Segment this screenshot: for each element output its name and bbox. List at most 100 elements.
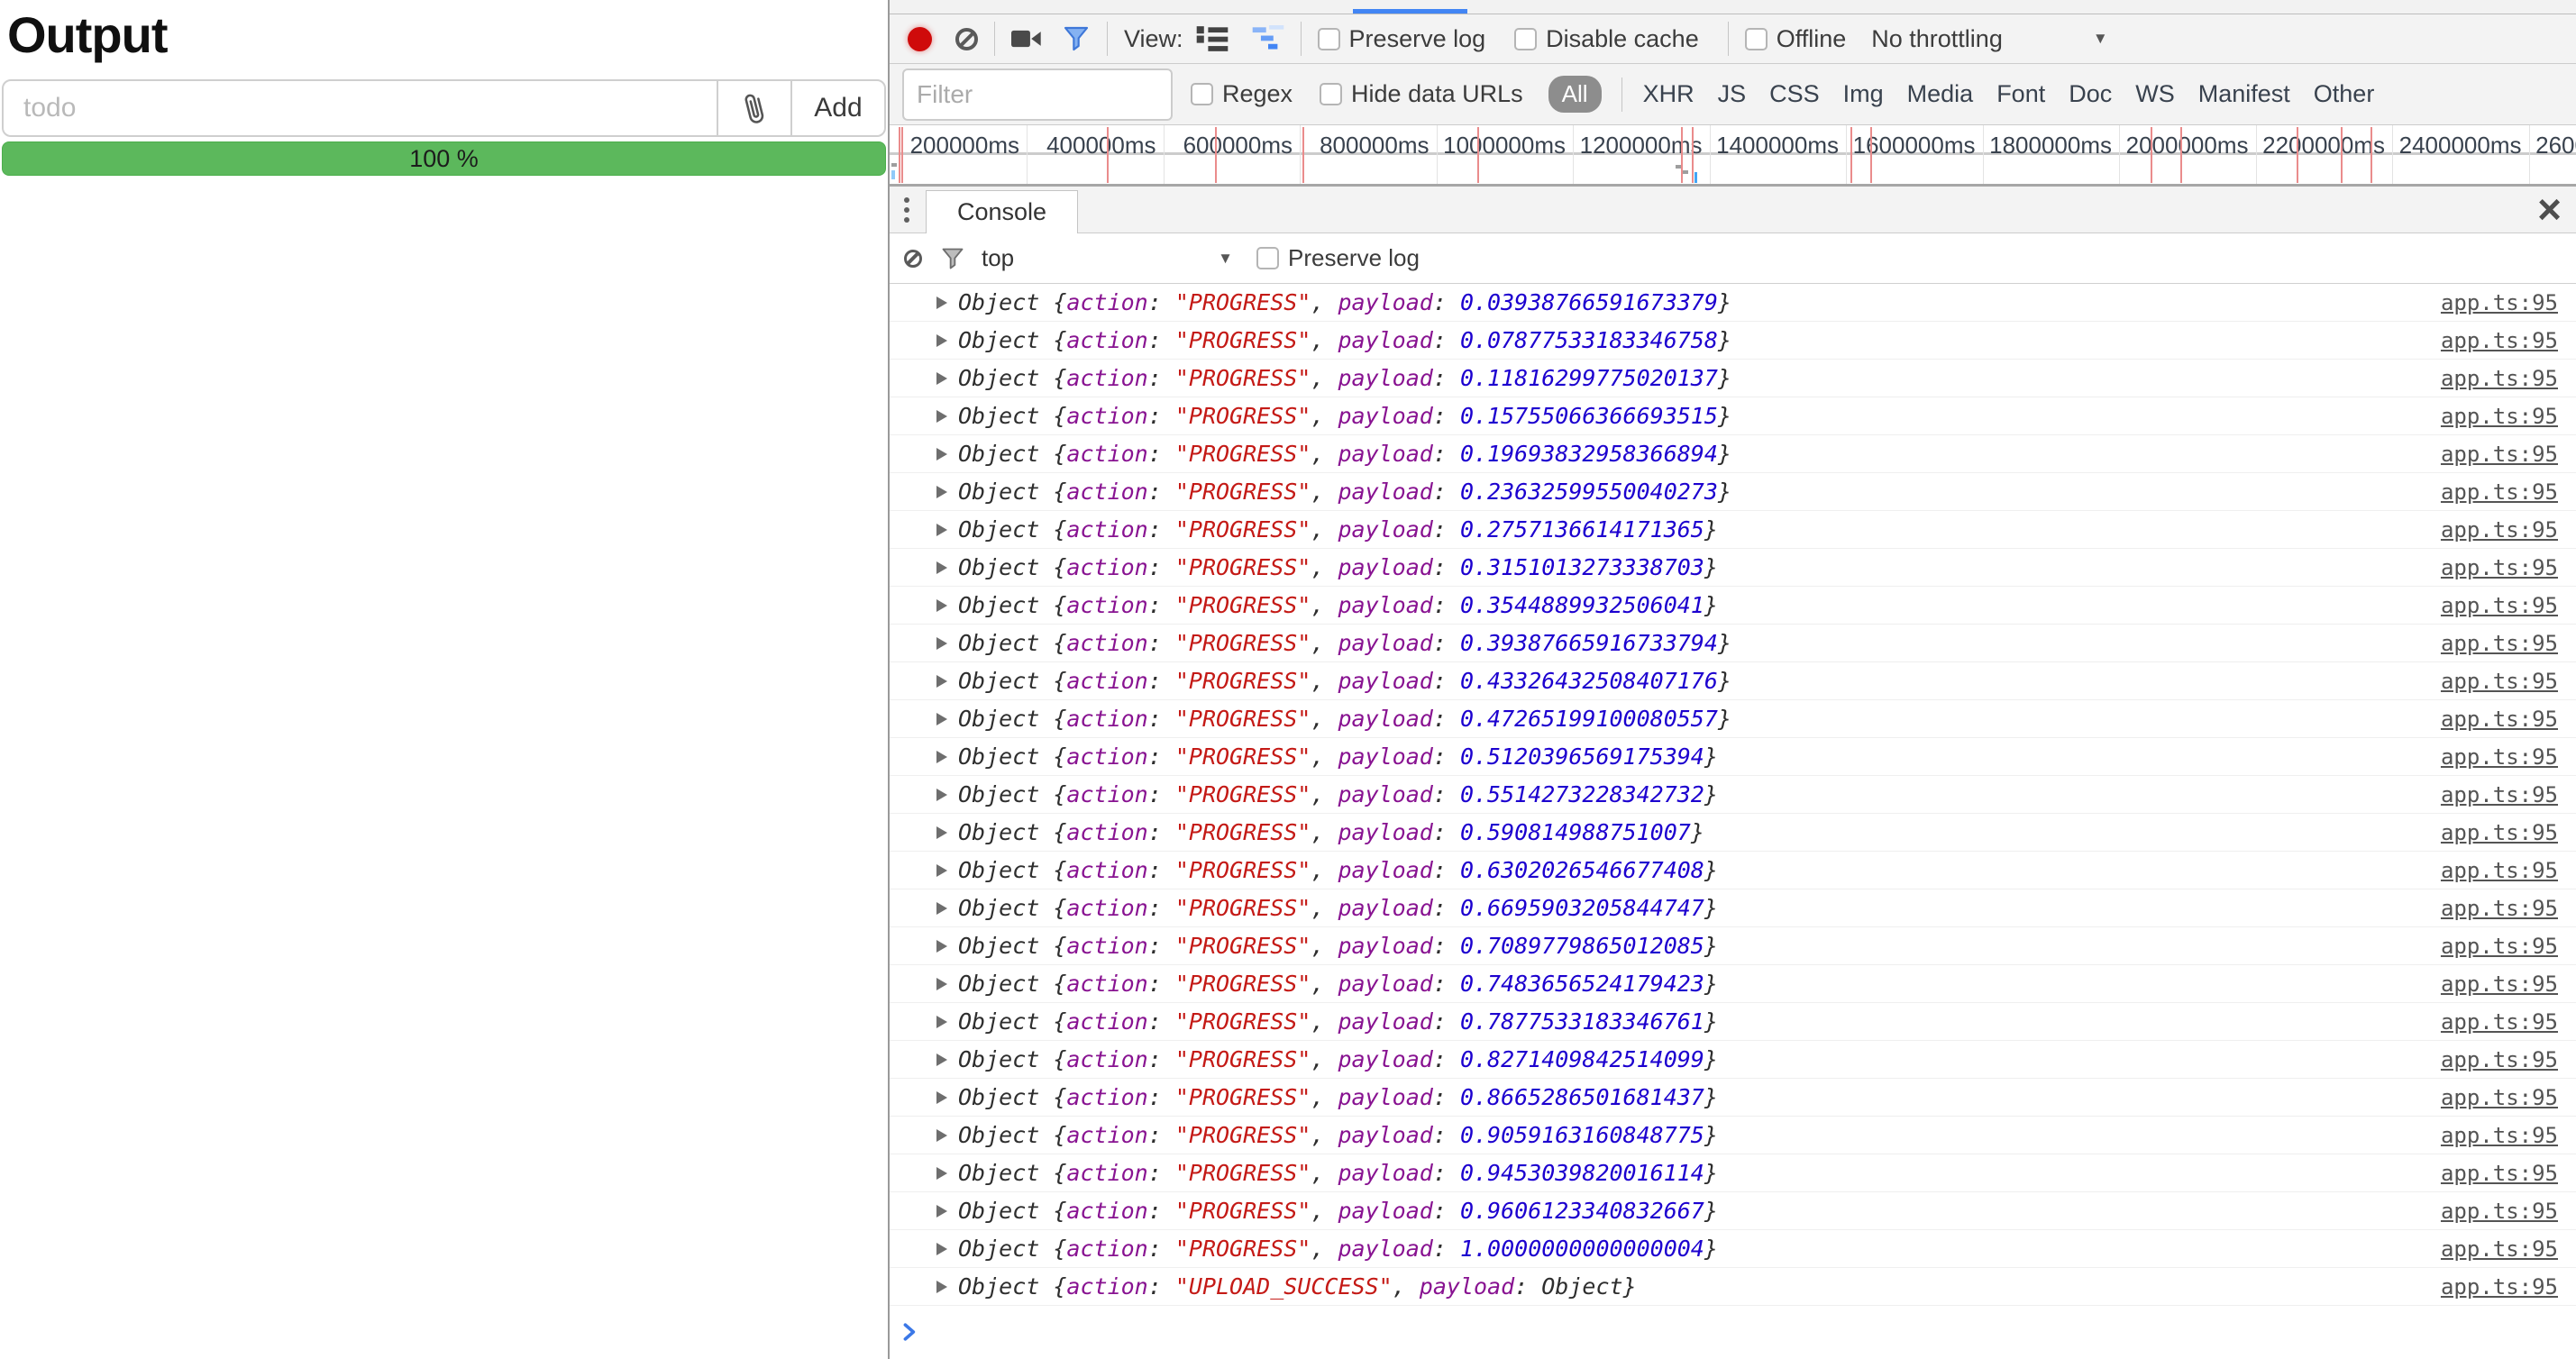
source-link[interactable]: app.ts:95 [2441,707,2558,732]
expand-triangle-icon[interactable] [936,826,947,839]
source-link[interactable]: app.ts:95 [2441,631,2558,656]
source-link[interactable]: app.ts:95 [2441,1161,2558,1186]
network-timeline[interactable]: 200000ms400000ms600000ms800000ms1000000m… [890,125,2576,187]
filter-type-ws[interactable]: WS [2135,80,2175,108]
console-preserve-log-checkbox[interactable] [1256,247,1279,269]
expand-triangle-icon[interactable] [936,1281,947,1293]
filter-funnel-icon[interactable] [1062,24,1091,53]
console-message[interactable]: Object {action: "PROGRESS", payload: 0.5… [958,781,2441,807]
source-link[interactable]: app.ts:95 [2441,555,2558,580]
filter-type-font[interactable]: Font [1996,80,2045,108]
console-message[interactable]: Object {action: "PROGRESS", payload: 0.9… [958,1160,2441,1186]
source-link[interactable]: app.ts:95 [2441,1123,2558,1148]
source-link[interactable]: app.ts:95 [2441,1199,2558,1224]
expand-triangle-icon[interactable] [936,940,947,953]
console-message[interactable]: Object {action: "PROGRESS", payload: 0.6… [958,857,2441,883]
console-message[interactable]: Object {action: "PROGRESS", payload: 0.0… [958,289,2441,315]
throttling-dropdown-arrow[interactable]: ▼ [2093,30,2108,48]
filter-type-media[interactable]: Media [1907,80,1974,108]
console-message[interactable]: Object {action: "PROGRESS", payload: 0.1… [958,365,2441,391]
source-link[interactable]: app.ts:95 [2441,1274,2558,1300]
console-message[interactable]: Object {action: "PROGRESS", payload: 0.7… [958,971,2441,997]
network-filter-input[interactable] [902,68,1173,121]
filter-type-doc[interactable]: Doc [2069,80,2112,108]
hide-data-urls-checkbox[interactable] [1320,83,1342,105]
source-link[interactable]: app.ts:95 [2441,669,2558,694]
console-message[interactable]: Object {action: "PROGRESS", payload: 0.2… [958,479,2441,505]
expand-triangle-icon[interactable] [936,978,947,990]
filter-type-img[interactable]: Img [1843,80,1884,108]
throttling-select[interactable]: No throttling [1871,25,2003,53]
close-icon[interactable]: × [2537,187,2562,233]
source-link[interactable]: app.ts:95 [2441,744,2558,770]
console-message[interactable]: Object {action: "PROGRESS", payload: 0.5… [958,743,2441,770]
disable-cache-checkbox[interactable] [1514,28,1537,50]
console-message[interactable]: Object {action: "PROGRESS", payload: 0.4… [958,668,2441,694]
source-link[interactable]: app.ts:95 [2441,1047,2558,1072]
console-message[interactable]: Object {action: "PROGRESS", payload: 0.2… [958,516,2441,543]
todo-input[interactable] [4,81,717,135]
context-dropdown-arrow[interactable]: ▼ [1218,250,1233,268]
kebab-menu-icon[interactable] [904,195,909,224]
screenshot-capture-icon[interactable] [1011,28,1042,50]
source-link[interactable]: app.ts:95 [2441,593,2558,618]
clear-console-icon[interactable] [904,250,922,268]
filter-type-manifest[interactable]: Manifest [2198,80,2290,108]
expand-triangle-icon[interactable] [936,751,947,763]
console-message[interactable]: Object {action: "PROGRESS", payload: 0.9… [958,1122,2441,1148]
expand-triangle-icon[interactable] [936,561,947,574]
source-link[interactable]: app.ts:95 [2441,1009,2558,1035]
expand-triangle-icon[interactable] [936,864,947,877]
source-link[interactable]: app.ts:95 [2441,971,2558,997]
expand-triangle-icon[interactable] [936,789,947,801]
expand-triangle-icon[interactable] [936,675,947,688]
expand-triangle-icon[interactable] [936,410,947,423]
regex-checkbox[interactable] [1191,83,1213,105]
source-link[interactable]: app.ts:95 [2441,1236,2558,1262]
expand-triangle-icon[interactable] [936,713,947,725]
source-link[interactable]: app.ts:95 [2441,517,2558,543]
filter-type-all[interactable]: All [1548,76,1602,113]
source-link[interactable]: app.ts:95 [2441,820,2558,845]
console-message[interactable]: Object {action: "PROGRESS", payload: 0.6… [958,895,2441,921]
filter-type-css[interactable]: CSS [1769,80,1820,108]
console-message[interactable]: Object {action: "PROGRESS", payload: 0.3… [958,630,2441,656]
console-filter-funnel-icon[interactable] [940,246,965,271]
console-message[interactable]: Object {action: "UPLOAD_SUCCESS", payloa… [958,1273,2441,1300]
expand-triangle-icon[interactable] [936,524,947,536]
list-view-icon[interactable] [1196,25,1229,52]
console-message[interactable]: Object {action: "PROGRESS", payload: 0.7… [958,933,2441,959]
console-message[interactable]: Object {action: "PROGRESS", payload: 0.0… [958,327,2441,353]
console-message[interactable]: Object {action: "PROGRESS", payload: 0.5… [958,819,2441,845]
expand-triangle-icon[interactable] [936,1205,947,1218]
filter-type-xhr[interactable]: XHR [1643,80,1694,108]
source-link[interactable]: app.ts:95 [2441,934,2558,959]
console-message[interactable]: Object {action: "PROGRESS", payload: 0.1… [958,403,2441,429]
source-link[interactable]: app.ts:95 [2441,858,2558,883]
console-message[interactable]: Object {action: "PROGRESS", payload: 0.1… [958,441,2441,467]
expand-triangle-icon[interactable] [936,448,947,461]
add-button[interactable]: Add [790,81,884,135]
expand-triangle-icon[interactable] [936,1243,947,1255]
expand-triangle-icon[interactable] [936,902,947,915]
tab-console[interactable]: Console [926,190,1078,233]
source-link[interactable]: app.ts:95 [2441,290,2558,315]
expand-triangle-icon[interactable] [936,1053,947,1066]
expand-triangle-icon[interactable] [936,486,947,498]
filter-type-js[interactable]: JS [1718,80,1747,108]
console-message[interactable]: Object {action: "PROGRESS", payload: 1.0… [958,1236,2441,1262]
console-message[interactable]: Object {action: "PROGRESS", payload: 0.7… [958,1008,2441,1035]
clear-icon[interactable] [955,28,978,50]
expand-triangle-icon[interactable] [936,296,947,309]
console-message[interactable]: Object {action: "PROGRESS", payload: 0.3… [958,554,2441,580]
source-link[interactable]: app.ts:95 [2441,1085,2558,1110]
expand-triangle-icon[interactable] [936,372,947,385]
waterfall-view-icon[interactable] [1252,25,1284,52]
expand-triangle-icon[interactable] [936,334,947,347]
source-link[interactable]: app.ts:95 [2441,442,2558,467]
source-link[interactable]: app.ts:95 [2441,896,2558,921]
source-link[interactable]: app.ts:95 [2441,479,2558,505]
expand-triangle-icon[interactable] [936,1016,947,1028]
record-button[interactable] [908,27,932,51]
console-prompt[interactable] [890,1306,2576,1358]
